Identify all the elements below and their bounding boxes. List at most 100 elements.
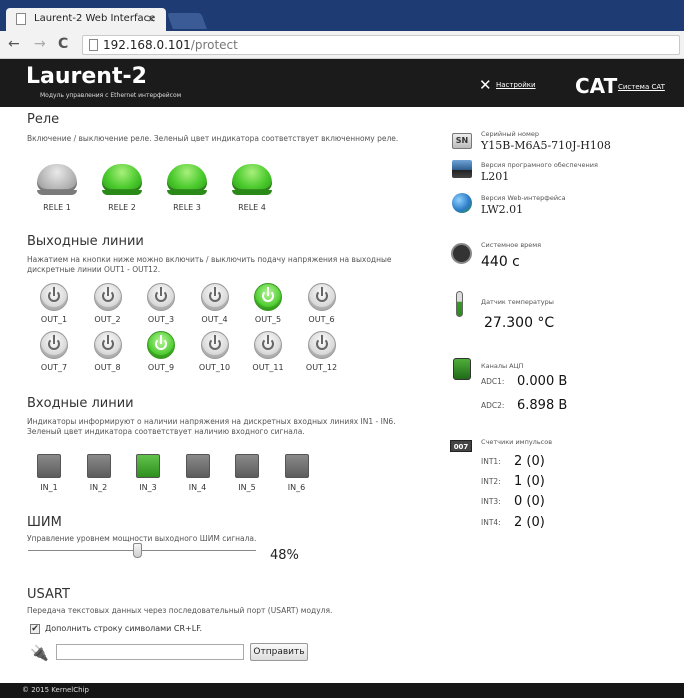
relay-label: RELE 3 (173, 203, 201, 212)
input-led (185, 454, 210, 478)
relay-indicator-icon (102, 164, 142, 192)
in-label: IN_1 (40, 483, 58, 492)
cat-system-link[interactable]: Система CAT (618, 83, 665, 91)
out-label: OUT_8 (94, 363, 121, 372)
in-label: IN_2 (89, 483, 108, 492)
pwm-slider-handle[interactable] (133, 543, 143, 558)
firmware-icon (452, 160, 472, 178)
outputs-description: Нажатием на кнопки ниже можно включить /… (27, 255, 392, 274)
system-time-label: Системное время (481, 241, 542, 249)
adc1-value: 0.000 В (517, 374, 568, 389)
power-icon (307, 283, 336, 311)
relay-4-button[interactable]: RELE 4 (228, 164, 276, 212)
int3-value: 0 (0) (514, 494, 545, 509)
out-label: OUT_5 (254, 315, 282, 324)
int1-key: INT1: (481, 457, 501, 466)
power-icon (147, 331, 175, 359)
int4-key: INT4: (481, 518, 501, 527)
brand-subtitle: Модуль управления с Ethernet интерфейсом (40, 92, 182, 99)
in-6-indicator: IN_6 (277, 454, 317, 492)
power-icon (307, 331, 336, 359)
app-header: Laurent-2 Модуль управления с Ethernet и… (0, 59, 684, 107)
in-3-indicator: IN_3 (128, 454, 168, 492)
temperature-value: 27.300 °C (484, 315, 555, 331)
pwm-description: Управление уровнем мощности выходного ШИ… (27, 534, 257, 543)
url-host: 192.168.0.101 (103, 38, 191, 52)
new-tab-button[interactable] (167, 13, 207, 29)
out-7-button[interactable]: OUT_7 (32, 331, 76, 372)
relay-indicator-icon (37, 164, 77, 192)
adc2-key: ADC2: (481, 401, 505, 410)
out-label: OUT_1 (40, 315, 68, 324)
web-version-value: LW2.01 (481, 203, 524, 216)
cat-logo: CAT (575, 74, 618, 98)
reload-icon[interactable]: C (58, 36, 68, 52)
back-icon[interactable]: ← (8, 36, 20, 52)
int4-value: 2 (0) (514, 515, 545, 530)
forward-icon[interactable]: → (34, 36, 46, 52)
out-4-button[interactable]: OUT_4 (193, 283, 237, 324)
adc-icon (453, 358, 471, 380)
url-field[interactable]: 192.168.0.101/protect (82, 35, 680, 55)
relay-base (37, 190, 77, 195)
int1-value: 2 (0) (514, 454, 545, 469)
out-1-button[interactable]: OUT_1 (32, 283, 76, 324)
usart-title: USART (27, 587, 70, 602)
power-icon (147, 283, 175, 311)
settings-link[interactable]: Настройки (496, 81, 536, 89)
crlf-checkbox[interactable]: ✔ (30, 624, 40, 634)
power-icon (40, 283, 68, 311)
firmware-label: Версия програмного обеспечения (481, 161, 598, 169)
int2-value: 1 (0) (514, 474, 545, 489)
out-10-button[interactable]: OUT_10 (193, 331, 237, 372)
counter-icon: 007 (450, 440, 472, 452)
counters-label: Счетчики импульсов (481, 438, 553, 446)
out-label: OUT_3 (147, 315, 175, 324)
relay-base (102, 190, 142, 195)
browser-tab-bar: Laurent-2 Web Interface × (0, 0, 684, 31)
in-label: IN_5 (238, 483, 256, 492)
out-label: OUT_11 (252, 363, 284, 372)
outputs-title: Выходные линии (27, 234, 144, 249)
out-label: OUT_2 (94, 315, 121, 324)
inputs-title: Входные линии (27, 396, 134, 411)
out-3-button[interactable]: OUT_3 (139, 283, 183, 324)
input-led (37, 454, 61, 478)
browser-tab[interactable]: Laurent-2 Web Interface × (6, 8, 166, 31)
adc-label: Каналы АЦП (481, 362, 524, 370)
out-11-button[interactable]: OUT_11 (246, 331, 290, 372)
pwm-value: 48% (270, 548, 299, 563)
temperature-label: Датчик температуры (481, 298, 554, 306)
power-icon (93, 331, 122, 359)
serial-cable-icon: 🔌 (30, 644, 49, 662)
pwm-title: ШИМ (27, 515, 62, 530)
power-icon (93, 283, 122, 311)
out-8-button[interactable]: OUT_8 (86, 331, 130, 372)
globe-icon (452, 193, 472, 213)
input-led (235, 454, 259, 478)
relay-2-button[interactable]: RELE 2 (98, 164, 146, 212)
out-label: OUT_7 (40, 363, 68, 372)
url-path: /protect (190, 38, 238, 52)
relay-3-button[interactable]: RELE 3 (163, 164, 211, 212)
input-led (86, 454, 111, 478)
power-icon (254, 283, 282, 311)
out-2-button[interactable]: OUT_2 (86, 283, 130, 324)
tools-icon[interactable]: ✕ (479, 76, 492, 94)
out-9-button[interactable]: OUT_9 (139, 331, 183, 372)
power-icon (40, 331, 68, 359)
out-5-button[interactable]: OUT_5 (246, 283, 290, 324)
relays-title: Реле (27, 112, 60, 127)
tab-close-icon[interactable]: × (147, 12, 156, 25)
power-icon (254, 331, 282, 359)
system-time-value: 440 с (481, 254, 520, 270)
thermometer-icon (456, 291, 463, 317)
relay-1-button[interactable]: RELE 1 (33, 164, 81, 212)
out-6-button[interactable]: OUT_6 (300, 283, 344, 324)
in-label: IN_6 (287, 483, 306, 492)
out-12-button[interactable]: OUT_12 (300, 331, 344, 372)
usart-text-input[interactable] (56, 644, 244, 660)
serial-value: Y15B-M6A5-710J-H108 (481, 139, 611, 152)
relay-base (167, 190, 207, 195)
send-button[interactable]: Отправить (250, 643, 308, 661)
